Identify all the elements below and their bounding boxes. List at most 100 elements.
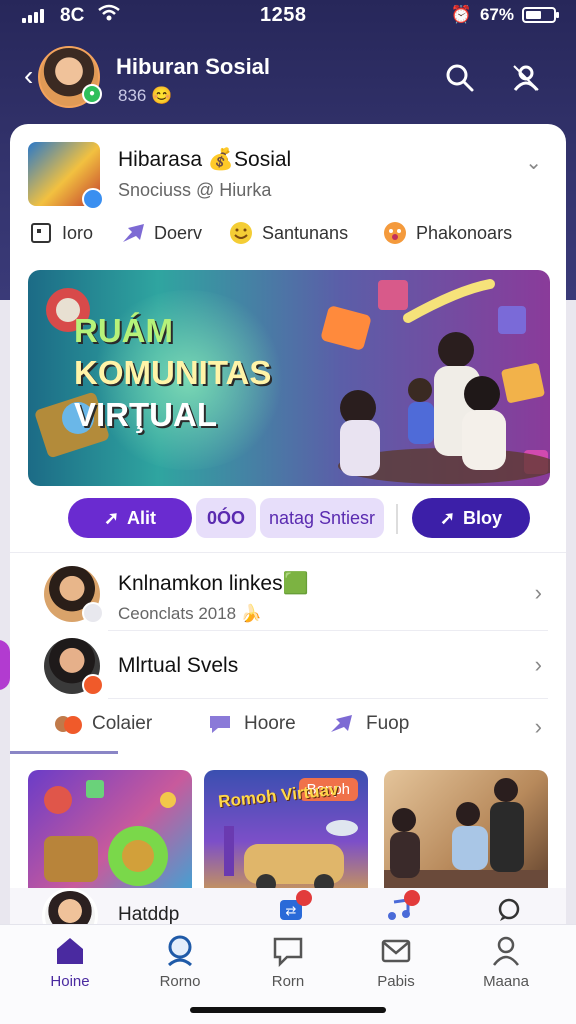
actions-row: ➚ Alit 0ÓO natag Sntiesr ➚ Bloy <box>10 498 566 542</box>
bloy-button[interactable]: ➚ Bloy <box>412 498 530 538</box>
home-icon <box>53 935 87 967</box>
nav-label: Rorn <box>271 973 305 990</box>
nav-profile[interactable]: Maana <box>456 935 556 990</box>
notification-badge-icon <box>82 674 104 696</box>
separator <box>10 552 566 553</box>
list-item[interactable]: Mlrtual Svels › <box>10 632 566 700</box>
emoji-icon <box>382 220 408 246</box>
svg-text:⇄: ⇄ <box>286 904 297 919</box>
chip-label: Phakonoars <box>416 222 513 243</box>
hero-line-3: VIRŢUAL <box>74 396 217 433</box>
tab-colaier[interactable]: Colaier <box>54 712 152 736</box>
nav-home[interactable]: Hoine <box>20 935 120 990</box>
tab-hoore[interactable]: Hoore <box>206 712 296 736</box>
profile-icon <box>489 935 523 967</box>
group-header[interactable]: Hibarasa 💰Sosial Snociuss @ Hiurka ⌄ <box>10 124 566 214</box>
people-icon[interactable] <box>510 62 542 94</box>
group-card: Hibarasa 💰Sosial Snociuss @ Hiurka ⌄ Ior… <box>10 124 566 914</box>
nav-label: Hoine <box>50 973 90 990</box>
battery-fill <box>526 11 541 19</box>
side-accent <box>0 640 10 690</box>
thumbnail[interactable] <box>28 770 192 900</box>
hero-banner[interactable]: RUÁM KOMUNITAS VIRŢUAL <box>28 270 550 486</box>
search-icon[interactable] <box>444 62 476 94</box>
chevron-down-icon[interactable]: ⌄ <box>525 150 542 175</box>
group-title: Hibarasa 💰Sosial <box>118 148 292 171</box>
arrow-icon: ➚ <box>103 507 120 528</box>
square-icon <box>28 220 54 246</box>
hero-title: RUÁM KOMUNITAS VIRŢUAL <box>74 310 304 436</box>
thumbnail[interactable] <box>384 770 548 900</box>
battery-percent: 67% <box>479 5 514 24</box>
signal-icon <box>22 9 44 23</box>
arrow-icon <box>328 712 356 736</box>
chip-phakonoars[interactable]: Phakonoars <box>382 220 512 246</box>
thumbnail-illustration <box>384 778 548 900</box>
home-indicator[interactable] <box>190 1007 386 1013</box>
avatars-icon <box>54 712 82 736</box>
share-icon[interactable]: ⇄ <box>278 890 312 922</box>
nav-label: Maana <box>483 973 529 990</box>
nav-mail[interactable]: Pabis <box>346 935 446 990</box>
tab-label: Hoore <box>244 713 296 734</box>
sub-tabs: Colaier Hoore Fuop › <box>10 702 566 754</box>
chip-ioro[interactable]: Ioro <box>28 220 93 246</box>
group-chips: Ioro Doerv Santunans Phakonoars <box>10 220 566 260</box>
thumbnail-illustration <box>44 780 176 886</box>
active-tab-indicator <box>10 751 118 754</box>
nav-chat[interactable]: Rorn <box>238 935 338 990</box>
bottom-nav: Hoine Rorno Rorn Pabis Maana <box>0 924 576 1024</box>
arrow-icon: ➚ <box>439 507 456 528</box>
group-subtitle: Snociuss @ Hiurka <box>118 180 272 200</box>
page-title: Hiburan Sosial <box>116 54 271 79</box>
carrier-label: 8C <box>60 5 85 26</box>
alit-label: Alit <box>127 507 157 528</box>
clock-badge-icon <box>82 602 104 624</box>
chip-label: Doerv <box>154 222 203 243</box>
code-chip[interactable]: 0ÓO <box>196 498 256 538</box>
back-chevron-icon[interactable]: ‹ <box>24 62 33 90</box>
group-icon <box>163 935 197 967</box>
mail-icon <box>379 935 413 967</box>
chat-icon <box>271 935 305 968</box>
story-strip: Hatddp ⇄ <box>10 888 566 944</box>
smiley-icon <box>228 220 254 246</box>
status-bar: 8C 1258 ⏰ 67% <box>0 0 576 32</box>
battery-icon <box>522 7 559 23</box>
nav-label: Pabis <box>377 973 415 990</box>
chat-bubble-icon <box>206 712 234 736</box>
profile-avatar[interactable]: ● <box>38 46 102 108</box>
chevron-right-icon[interactable]: › <box>535 714 542 740</box>
page-subtitle: 836 😊 <box>118 86 173 105</box>
nav-group[interactable]: Rorno <box>130 935 230 990</box>
chevron-right-icon[interactable]: › <box>535 580 542 606</box>
notification-dot-icon <box>404 890 420 906</box>
tab-fuop[interactable]: Fuop <box>328 712 409 736</box>
chip-label: Ioro <box>62 222 94 243</box>
nav-label: Rorno <box>159 973 201 990</box>
tab-label: Fuop <box>366 713 410 734</box>
chip-label: Santunans <box>262 222 349 243</box>
bloy-label: Bloy <box>463 507 503 528</box>
alit-button[interactable]: ➚ Alit <box>68 498 192 538</box>
comment-icon[interactable] <box>496 898 522 922</box>
thumbnail[interactable]: Bonph Romoh Virtuav <box>204 770 368 900</box>
clock: 1258 <box>260 4 307 26</box>
sntiesr-chip[interactable]: natag Sntiesr <box>260 498 384 538</box>
chip-doerv[interactable]: Doerv <box>120 220 202 246</box>
sntiesr-label: natag Sntiesr <box>268 507 376 528</box>
alarm-icon: ⏰ <box>450 5 472 24</box>
verified-badge-icon <box>82 188 104 210</box>
notification-dot-icon <box>296 890 312 906</box>
group-avatar[interactable] <box>28 142 104 210</box>
chip-santunans[interactable]: Santunans <box>228 220 348 246</box>
list-item-title: Mlrtual Svels <box>118 654 239 677</box>
divider <box>396 504 398 534</box>
story-label: Hatddp <box>118 904 180 925</box>
music-icon[interactable] <box>386 890 420 922</box>
online-status-icon: ● <box>82 84 102 104</box>
list-item[interactable]: Knlnamkon linkes🟩 Ceonclats 2018 🍌 › <box>10 560 566 628</box>
chevron-right-icon[interactable]: › <box>535 652 542 678</box>
arrow-icon <box>120 220 146 246</box>
avatar <box>44 566 104 624</box>
